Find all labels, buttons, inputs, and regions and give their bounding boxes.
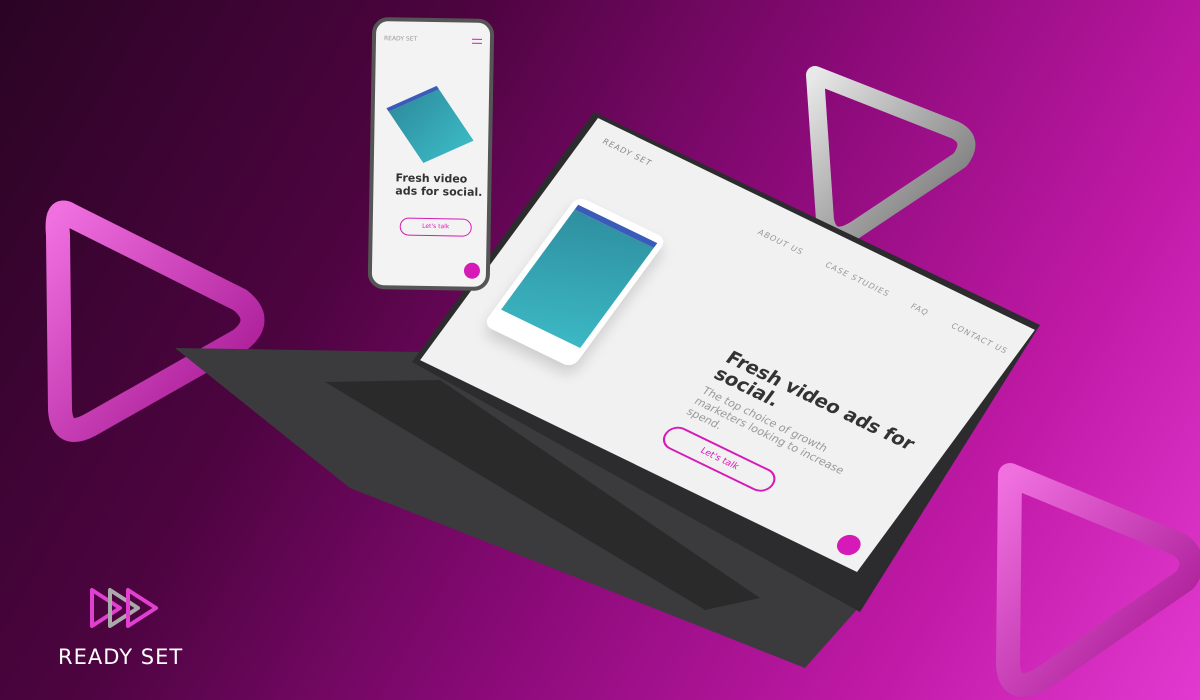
play-triangle-icon: [806, 66, 976, 245]
phone-site-logo[interactable]: READY SET: [384, 35, 417, 43]
hamburger-menu-icon[interactable]: [471, 38, 483, 44]
nav-case-studies[interactable]: CASE STUDIES: [823, 260, 891, 298]
nav-contact-us[interactable]: CONTACT US: [949, 322, 1010, 356]
brand-name: READY SET: [58, 645, 184, 669]
phone-chat-icon[interactable]: [463, 262, 481, 279]
phone-lets-talk-button[interactable]: Let's talk: [399, 217, 472, 237]
nav-faq[interactable]: FAQ: [909, 302, 931, 317]
phone-preview-image: [386, 85, 474, 164]
phone-mockup: READY SET Fresh video ads for social. Le…: [367, 16, 495, 292]
play-triangle-icon: [45, 200, 265, 442]
phone-headline: Fresh video ads for social.: [395, 171, 483, 199]
ready-set-logo: [90, 588, 158, 628]
play-triangle-icon: [996, 463, 1200, 697]
chat-icon[interactable]: [832, 531, 866, 559]
nav-about-us[interactable]: ABOUT US: [756, 228, 806, 257]
site-logo[interactable]: READY SET: [601, 137, 654, 167]
